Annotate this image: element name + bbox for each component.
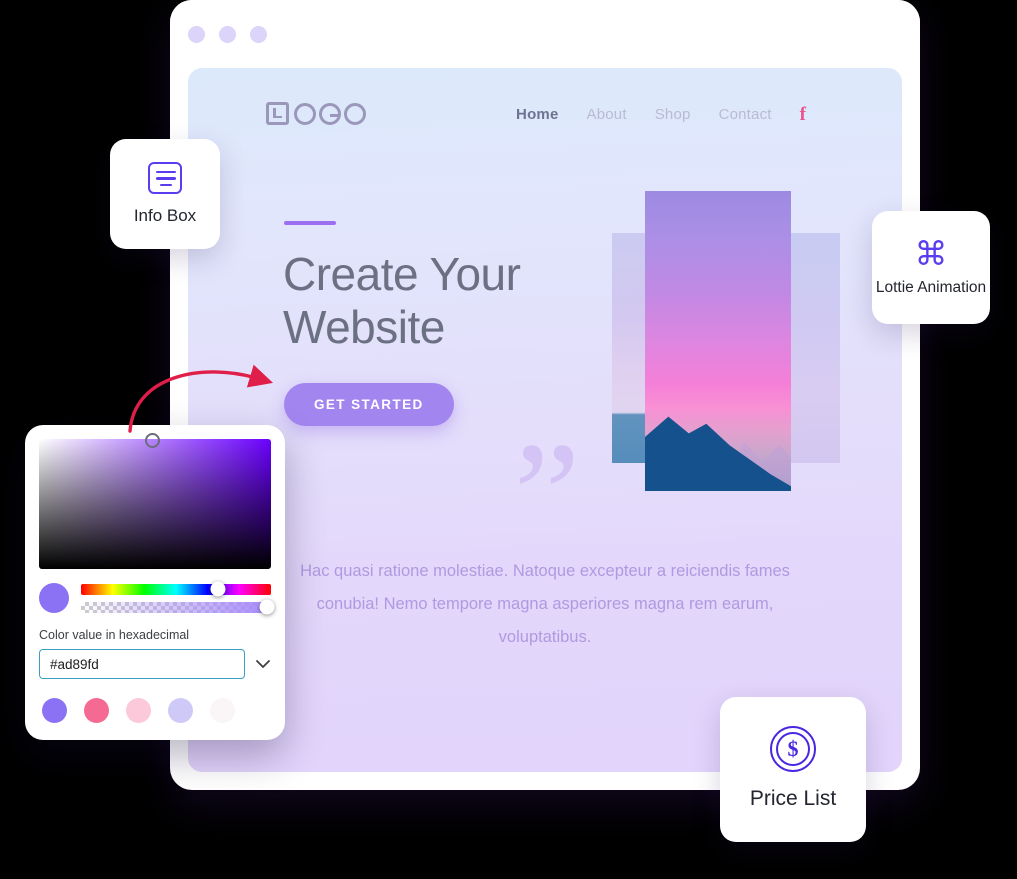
logo-mark-icon (266, 102, 289, 125)
alpha-slider[interactable] (81, 599, 275, 615)
logo-letter-o1 (294, 102, 316, 125)
hex-input[interactable] (39, 649, 245, 679)
swatch-lavender[interactable] (168, 698, 193, 723)
swatch-white[interactable] (210, 698, 235, 723)
preset-swatches (39, 698, 271, 723)
nav-item-about[interactable]: About (587, 106, 627, 123)
nav-item-shop[interactable]: Shop (655, 106, 691, 123)
site-logo[interactable] (266, 102, 366, 125)
window-dot-maximize[interactable] (250, 26, 267, 43)
window-dot-close[interactable] (188, 26, 205, 43)
info-box-icon (148, 161, 182, 194)
nav-item-home[interactable]: Home (516, 106, 558, 123)
dollar-glyph: $ (787, 736, 799, 762)
screenshot-stage: Home About Shop Contact f Create Your We… (0, 0, 1017, 879)
hue-slider-handle[interactable] (210, 581, 226, 597)
card-price-list[interactable]: $ Price List (720, 697, 866, 842)
alpha-slider-handle[interactable] (259, 599, 275, 615)
hex-field-row (39, 649, 271, 679)
testimonial-text: Hac quasi ratione molestiae. Natoque exc… (300, 562, 790, 646)
logo-letter-o2 (344, 102, 366, 125)
logo-letter-g (319, 102, 341, 125)
page-title: Create Your Website (283, 248, 521, 354)
card-info-box-label: Info Box (133, 205, 197, 225)
slider-row (39, 581, 275, 615)
command-icon: ⌘ (914, 234, 948, 274)
swatch-purple[interactable] (42, 698, 67, 723)
window-controls (188, 26, 267, 43)
browser-titlebar (170, 0, 920, 68)
website-preview: Home About Shop Contact f Create Your We… (188, 68, 902, 772)
dollar-coin-icon: $ (770, 726, 816, 773)
card-price-list-label: Price List (749, 787, 837, 811)
card-lottie-animation-label: Lottie Animation (875, 279, 987, 297)
sliders-group (81, 581, 275, 615)
window-dot-minimize[interactable] (219, 26, 236, 43)
nav-menu: Home About Shop Contact f (516, 105, 806, 124)
quote-mark-icon: ” (513, 412, 581, 578)
nav-item-contact[interactable]: Contact (719, 106, 772, 123)
card-lottie-animation[interactable]: ⌘ Lottie Animation (872, 211, 990, 324)
saturation-value-area[interactable] (39, 433, 271, 569)
chevron-down-icon[interactable] (255, 657, 271, 671)
color-preview-swatch (39, 583, 69, 613)
saturation-handle[interactable] (145, 433, 160, 448)
facebook-icon[interactable]: f (800, 105, 806, 124)
swatch-light-pink[interactable] (126, 698, 151, 723)
hue-slider[interactable] (81, 581, 271, 597)
site-navbar: Home About Shop Contact f (188, 102, 902, 138)
heading-accent-rule (284, 221, 336, 225)
card-info-box[interactable]: Info Box (110, 139, 220, 249)
hex-field-label: Color value in hexadecimal (39, 628, 190, 642)
swatch-pink[interactable] (84, 698, 109, 723)
color-picker-panel: Color value in hexadecimal (25, 425, 285, 740)
